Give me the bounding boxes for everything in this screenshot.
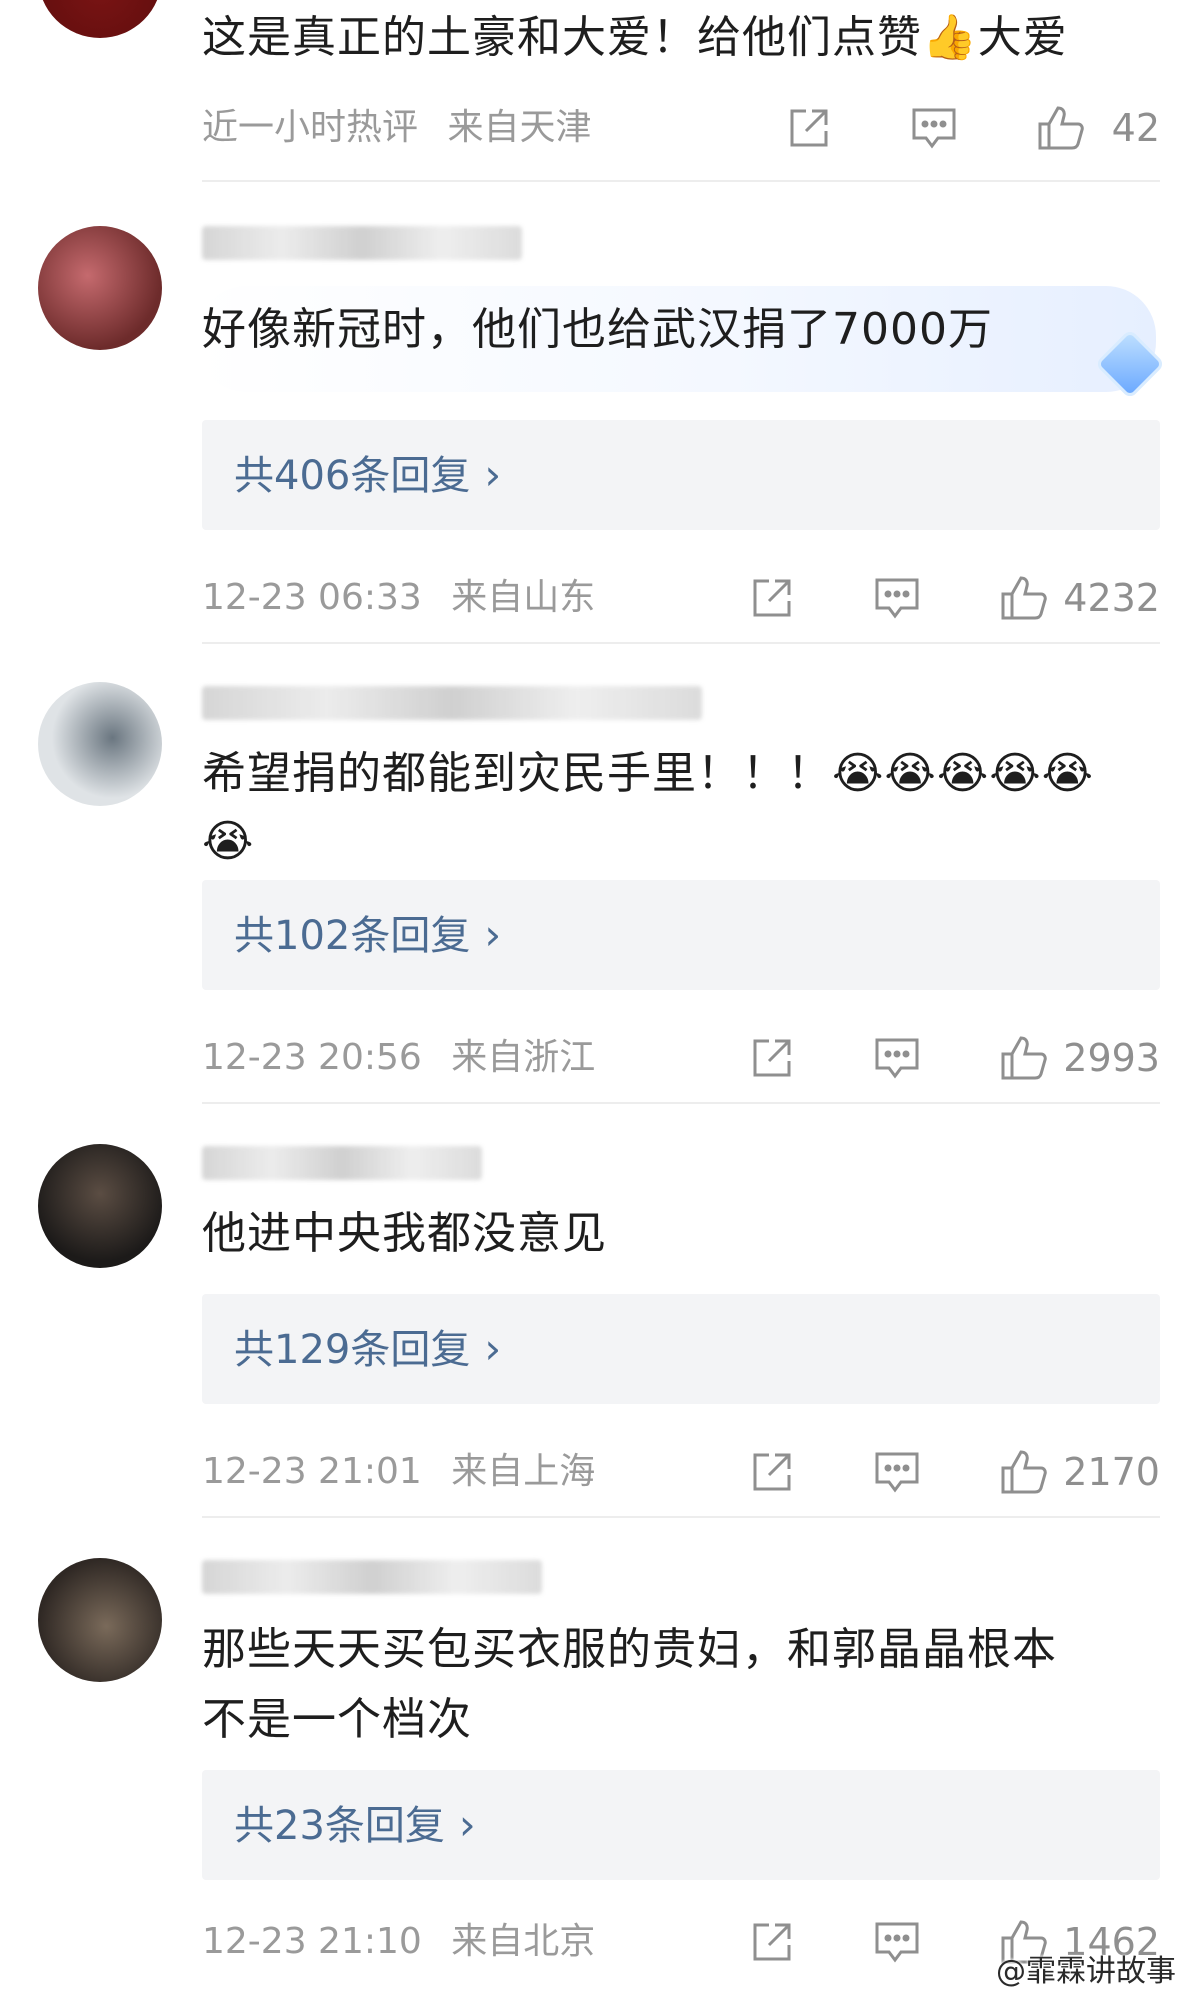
like-count: 42 — [1111, 106, 1160, 150]
chevron-right-icon: › — [484, 1324, 502, 1373]
comment-meta: 12-23 20:56 来自浙江 — [202, 1028, 595, 1088]
like-button[interactable]: 2170 — [999, 1448, 1160, 1496]
comment-icon — [875, 578, 919, 619]
divider — [202, 1516, 1160, 1518]
share-icon — [753, 1453, 791, 1491]
meta-location: 来自上海 — [451, 1451, 596, 1492]
avatar[interactable] — [38, 0, 162, 38]
comment-meta: 12-23 21:01 来自上海 — [202, 1442, 595, 1502]
share-button[interactable] — [749, 1035, 795, 1081]
like-count: 4232 — [1063, 576, 1160, 620]
meta-time: 12-23 20:56 — [202, 1037, 422, 1078]
share-icon — [753, 1923, 791, 1961]
comment-icon — [875, 1038, 919, 1079]
avatar[interactable] — [38, 226, 162, 350]
meta-location: 来自浙江 — [451, 1037, 596, 1078]
comment-text-line2: 😭 — [202, 816, 255, 867]
comment-text: 这是真正的土豪和大爱！给他们点赞👍大爱 — [202, 12, 1068, 63]
comment-text: 好像新冠时，他们也给武汉捐了7000万 — [202, 304, 993, 355]
share-icon — [753, 579, 791, 617]
comment-button[interactable] — [910, 106, 958, 150]
replies-box[interactable]: 共406条回复 › — [202, 420, 1160, 530]
comment-meta: 12-23 06:33 来自山东 — [202, 568, 595, 628]
replies-box[interactable]: 共129条回复 › — [202, 1294, 1160, 1404]
replies-count: 共129条回复 — [234, 1327, 471, 1373]
replies-count: 共102条回复 — [234, 913, 471, 959]
comment-button[interactable] — [873, 1920, 921, 1964]
share-button[interactable] — [749, 1919, 795, 1965]
divider — [202, 1102, 1160, 1104]
avatar[interactable] — [38, 1144, 162, 1268]
comment-meta: 近一小时热评 来自天津 — [202, 98, 591, 158]
username-redacted[interactable] — [202, 686, 702, 720]
watermark: @霏霖讲故事 — [996, 1954, 1176, 1989]
comment-actions: 4232 — [749, 568, 1160, 628]
meta-location: 来自北京 — [451, 1921, 596, 1962]
replies-link[interactable]: 共129条回复 › — [234, 1294, 501, 1405]
replies-link[interactable]: 共406条回复 › — [234, 420, 501, 531]
comment-button[interactable] — [873, 1036, 921, 1080]
comment-actions: 2993 — [749, 1028, 1160, 1088]
meta-time: 12-23 06:33 — [202, 577, 422, 618]
thumbs-up-icon — [1001, 1450, 1048, 1494]
replies-count: 共23条回复 — [234, 1803, 445, 1849]
thumbs-up-icon — [1001, 1036, 1048, 1080]
username-redacted[interactable] — [202, 1146, 482, 1180]
meta-location: 来自天津 — [447, 107, 592, 148]
share-icon — [753, 1039, 791, 1077]
comment-button[interactable] — [873, 576, 921, 620]
comment-text: 他进中央我都没意见 — [202, 1208, 607, 1259]
share-button[interactable] — [786, 105, 832, 151]
comment-icon — [875, 1922, 919, 1963]
avatar[interactable] — [38, 1558, 162, 1682]
chevron-right-icon: › — [484, 910, 502, 959]
replies-link[interactable]: 共23条回复 › — [234, 1770, 476, 1881]
like-button[interactable]: 4232 — [999, 574, 1160, 622]
comment-icon — [875, 1452, 919, 1493]
like-button[interactable]: 2993 — [999, 1034, 1160, 1082]
comment-meta: 12-23 21:10 来自北京 — [202, 1912, 595, 1972]
like-count: 2993 — [1063, 1036, 1160, 1080]
meta-time: 近一小时热评 — [202, 107, 419, 148]
avatar[interactable] — [38, 682, 162, 806]
chevron-right-icon: › — [458, 1800, 476, 1849]
thumbs-up-icon — [1001, 576, 1048, 620]
comment-icon — [912, 108, 956, 149]
share-button[interactable] — [749, 1449, 795, 1495]
share-button[interactable] — [749, 575, 795, 621]
divider — [202, 642, 1160, 644]
replies-link[interactable]: 共102条回复 › — [234, 880, 501, 991]
like-count: 2170 — [1063, 1450, 1160, 1494]
like-button[interactable]: 42 — [1036, 104, 1160, 152]
meta-time: 12-23 21:01 — [202, 1451, 422, 1492]
username-redacted[interactable] — [202, 226, 522, 260]
replies-box[interactable]: 共102条回复 › — [202, 880, 1160, 990]
comment-actions: 2170 — [749, 1442, 1160, 1502]
thumbs-up-icon — [1038, 106, 1084, 150]
comment-button[interactable] — [873, 1450, 921, 1494]
chevron-right-icon: › — [484, 450, 502, 499]
divider — [202, 180, 1160, 182]
comment-text-line2: 不是一个档次 — [202, 1694, 472, 1745]
comment-actions: 42 — [786, 98, 1160, 158]
meta-time: 12-23 21:10 — [202, 1921, 422, 1962]
share-icon — [790, 109, 828, 147]
replies-box[interactable]: 共23条回复 › — [202, 1770, 1160, 1880]
username-redacted[interactable] — [202, 1560, 542, 1594]
replies-count: 共406条回复 — [234, 453, 471, 499]
meta-location: 来自山东 — [451, 577, 596, 618]
